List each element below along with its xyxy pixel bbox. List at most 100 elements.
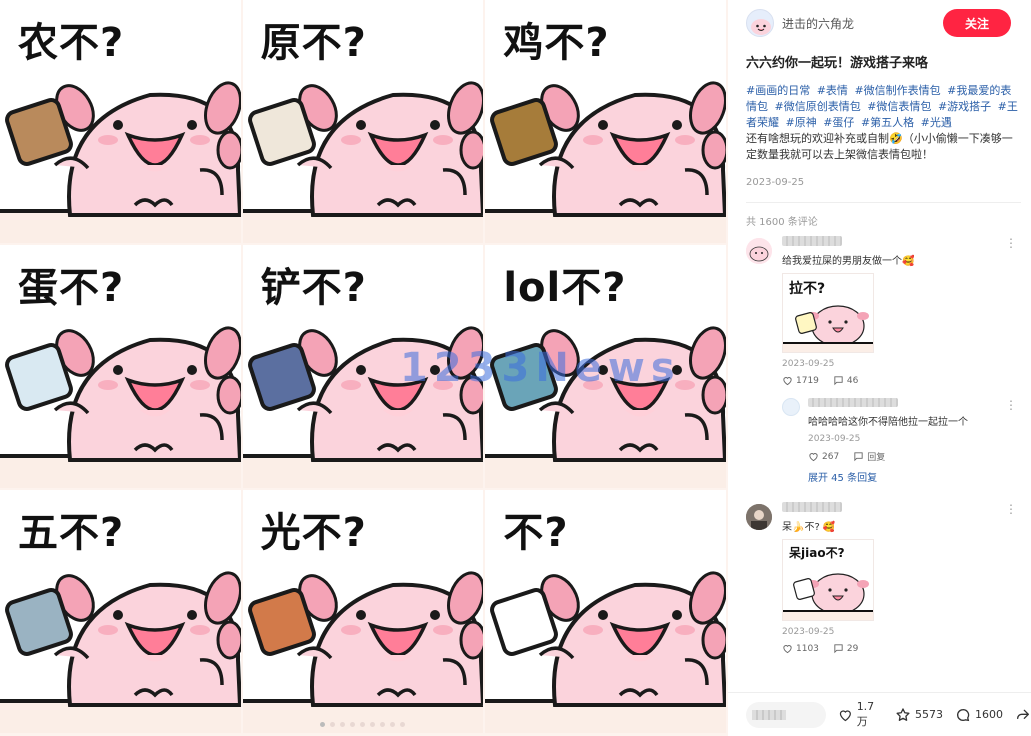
comment-count: 1600 — [975, 708, 1003, 721]
note-content-scroll[interactable]: 六六约你一起玩！游戏搭子来咯 #画画的日常 #表情 #微信制作表情包 #我最爱的… — [746, 52, 1021, 692]
reply-actions: 267 回复 — [808, 450, 1021, 463]
share-icon — [1017, 709, 1029, 719]
comment-item: ⋮ 呆🍌不? 🥰 呆jiao不? 2023-09-25 1103 29 — [746, 502, 1021, 654]
sticker-caption: 呆jiao不? — [789, 546, 845, 560]
note-detail-window: 农不? 原不? 鸡不? 蛋不? 铲不? lol不? 五不? 光不? 不? 123… — [0, 0, 1031, 736]
hashtag-link[interactable]: #微信制作表情包 — [854, 84, 940, 97]
heart-icon — [783, 377, 792, 386]
reply-label: 回复 — [867, 453, 886, 463]
image-carousel[interactable]: 农不? 原不? 鸡不? 蛋不? 铲不? lol不? 五不? 光不? 不? 123… — [0, 0, 728, 736]
heart-icon — [839, 709, 851, 721]
more-icon[interactable]: ⋮ — [1005, 398, 1017, 412]
sticker-caption: 光不? — [260, 510, 367, 556]
author-bar: 进击的六角龙 关注 — [746, 8, 1021, 38]
replier-name[interactable] — [808, 398, 898, 407]
comments-count: 共 1600 条评论 — [746, 217, 818, 228]
replier-avatar[interactable] — [782, 398, 800, 416]
commenter-avatar[interactable] — [746, 504, 772, 530]
carousel-dot[interactable] — [330, 722, 335, 727]
note-tags: #画画的日常 #表情 #微信制作表情包 #我最爱的表情包 #微信原创表情包 #微… — [746, 84, 1018, 129]
comment-sticker-image[interactable]: 拉不? — [782, 273, 874, 353]
author-avatar[interactable] — [746, 9, 774, 37]
commenter-name[interactable] — [782, 236, 842, 246]
comment-like-count: 1103 — [796, 643, 819, 654]
comment-like-button[interactable]: 1103 — [782, 643, 819, 654]
reply-date: 2023-09-25 — [808, 434, 861, 444]
hashtag-link[interactable]: #画画的日常 — [746, 84, 810, 97]
reply-text: 哈哈哈哈这你不得陪他拉一起拉一个 — [808, 417, 968, 428]
carousel-dots[interactable] — [320, 722, 405, 727]
sticker-caption: 铲不? — [260, 265, 367, 311]
more-icon[interactable]: ⋮ — [1005, 236, 1017, 250]
collect-button[interactable]: 5573 — [895, 707, 943, 723]
chat-bubble-icon — [834, 644, 843, 654]
carousel-dot[interactable] — [400, 722, 405, 727]
carousel-dot[interactable] — [380, 722, 385, 727]
comment-actions: 1719 46 — [782, 375, 1021, 386]
reply-item: ⋮ 哈哈哈哈这你不得陪他拉一起拉一个 2023-09-25 267 回复 展开 … — [782, 398, 1021, 484]
like-button[interactable]: 1.7万 — [838, 700, 883, 729]
carousel-dot[interactable] — [320, 722, 325, 727]
heart-icon — [809, 453, 818, 462]
follow-button[interactable]: 关注 — [943, 9, 1011, 37]
sticker-cell: 原不? — [242, 0, 486, 245]
note-body: 还有啥想玩的欢迎补充或自制🤣（小小偷懒一下凑够一定数量我就可以去上架微信表情包啦… — [746, 132, 1013, 161]
more-icon[interactable]: ⋮ — [1005, 502, 1017, 516]
chat-bubble-icon — [957, 708, 970, 721]
reply-like-button[interactable]: 267 — [808, 450, 839, 463]
hashtag-link[interactable]: #蛋仔 — [823, 116, 854, 129]
hashtag-link[interactable]: #光遇 — [921, 116, 952, 129]
carousel-dot[interactable] — [360, 722, 365, 727]
comment-reply-button[interactable]: 29 — [833, 643, 858, 654]
commenter-avatar[interactable] — [746, 238, 772, 264]
hashtag-link[interactable]: #原神 — [786, 116, 817, 129]
sticker-caption: 五不? — [18, 510, 125, 556]
collect-count: 5573 — [915, 708, 943, 721]
comment-text: 给我爱拉屎的男朋友做一个🥰 — [782, 256, 915, 267]
hashtag-link[interactable]: #微信表情包 — [867, 100, 931, 113]
comment-date: 2023-09-25 — [782, 359, 835, 369]
hashtag-link[interactable]: #第五人格 — [861, 116, 914, 129]
sticker-caption: 拉不? — [789, 281, 826, 297]
hashtag-link[interactable]: #表情 — [817, 84, 848, 97]
comment-sticker-image[interactable]: 呆jiao不? — [782, 539, 874, 621]
carousel-dot[interactable] — [390, 722, 395, 727]
engagement-bar: 1.7万 5573 1600 — [728, 692, 1031, 736]
star-icon — [896, 707, 910, 721]
divider — [746, 202, 1021, 203]
comment-input[interactable] — [746, 701, 826, 728]
carousel-dot[interactable] — [370, 722, 375, 727]
hashtag-link[interactable]: #游戏搭子 — [938, 100, 991, 113]
commenter-name[interactable] — [782, 502, 842, 512]
hashtag-link[interactable]: #微信原创表情包 — [775, 100, 861, 113]
comment-like-button[interactable]: 1719 — [782, 375, 819, 386]
chat-bubble-icon — [834, 376, 843, 386]
note-title: 六六约你一起玩！游戏搭子来咯 — [746, 56, 929, 71]
comment-button[interactable]: 1600 — [955, 707, 1003, 723]
comment-item: ⋮ 给我爱拉屎的男朋友做一个🥰 拉不? 2023-09-25 1719 46 — [746, 236, 1021, 386]
comment-like-count: 1719 — [796, 375, 819, 386]
sticker-cell: 五不? — [0, 490, 243, 735]
comment-reply-button[interactable]: 46 — [833, 375, 858, 386]
sticker-caption: 原不? — [260, 20, 367, 66]
detail-panel: 进击的六角龙 关注 六六约你一起玩！游戏搭子来咯 #画画的日常 #表情 #微信制… — [728, 0, 1031, 736]
sticker-cell: 蛋不? — [0, 245, 243, 490]
comment-reply-count: 46 — [846, 375, 859, 386]
author-name[interactable]: 进击的六角龙 — [782, 15, 854, 32]
reply-reply-button[interactable]: 回复 — [853, 450, 885, 463]
sticker-cell: 鸡不? — [485, 0, 728, 245]
reply-like-count: 267 — [822, 451, 840, 462]
comment-date: 2023-09-25 — [782, 627, 835, 637]
share-button[interactable] — [1015, 707, 1031, 723]
heart-icon — [783, 645, 792, 654]
sticker-caption: 不? — [503, 510, 569, 556]
watermark: 1233News — [400, 345, 681, 391]
chat-bubble-icon — [854, 452, 863, 462]
comment-reply-count: 29 — [846, 643, 859, 654]
comment-text: 呆🍌不? 🥰 — [782, 522, 836, 533]
expand-replies-link[interactable]: 展开 45 条回复 — [808, 469, 1021, 484]
carousel-dot[interactable] — [340, 722, 345, 727]
sticker-caption: lol不? — [503, 265, 627, 311]
carousel-dot[interactable] — [350, 722, 355, 727]
sticker-caption: 蛋不? — [18, 265, 125, 311]
